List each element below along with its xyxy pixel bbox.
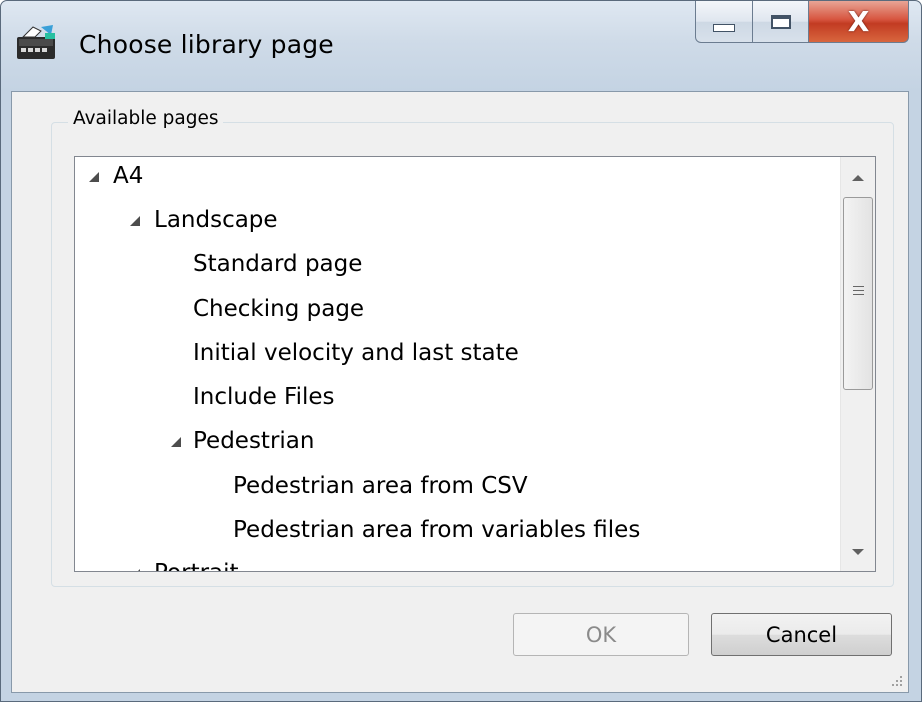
tree-node-pedestrian-variables[interactable]: Pedestrian area from variables files <box>233 517 640 543</box>
tree-node-pedestrian-csv[interactable]: Pedestrian area from CSV <box>233 473 528 499</box>
cancel-button[interactable]: Cancel <box>711 613 892 656</box>
expand-triangle-icon[interactable] <box>171 437 181 447</box>
tree-node-initial-velocity[interactable]: Initial velocity and last state <box>193 340 519 366</box>
ok-button[interactable]: OK <box>513 613 689 656</box>
tree-node-a4[interactable]: A4 <box>113 163 143 189</box>
scrollbar-thumb[interactable] <box>843 197 873 390</box>
window-title: Choose library page <box>79 30 334 59</box>
minimize-button[interactable] <box>695 1 753 43</box>
dialog-window: Choose library page X Available pages A4… <box>0 0 922 702</box>
close-icon: X <box>847 5 870 38</box>
grip-line <box>853 290 864 291</box>
maximize-button[interactable] <box>753 1 809 43</box>
minimize-icon <box>713 23 735 32</box>
scroll-down-icon[interactable] <box>852 549 864 555</box>
expand-triangle-icon[interactable] <box>89 172 99 182</box>
dialog-client-area: Available pages A4 Landscape Standard pa… <box>11 91 909 693</box>
tree-node-pedestrian[interactable]: Pedestrian <box>193 428 314 454</box>
caption-buttons: X <box>695 1 909 45</box>
expand-triangle-icon[interactable] <box>130 569 140 571</box>
resize-grip-icon[interactable] <box>888 672 902 686</box>
pages-tree[interactable]: A4 Landscape Standard page Checking page… <box>74 156 876 572</box>
tree-node-portrait[interactable]: Portrait <box>154 560 239 571</box>
tree-node-landscape[interactable]: Landscape <box>154 207 278 233</box>
maximize-icon <box>770 14 791 29</box>
tree-node-standard-page[interactable]: Standard page <box>193 251 362 277</box>
group-label: Available pages <box>68 108 224 129</box>
close-button[interactable]: X <box>809 1 909 43</box>
tree-node-checking-page[interactable]: Checking page <box>193 296 364 322</box>
expand-triangle-icon[interactable] <box>130 216 140 226</box>
grip-line <box>853 286 864 287</box>
scroll-up-icon[interactable] <box>852 175 864 181</box>
title-bar[interactable]: Choose library page X <box>1 1 921 91</box>
grip-line <box>853 294 864 295</box>
tree-node-include-files[interactable]: Include Files <box>193 384 335 410</box>
library-app-icon <box>17 25 55 59</box>
vertical-scrollbar[interactable] <box>840 157 875 571</box>
